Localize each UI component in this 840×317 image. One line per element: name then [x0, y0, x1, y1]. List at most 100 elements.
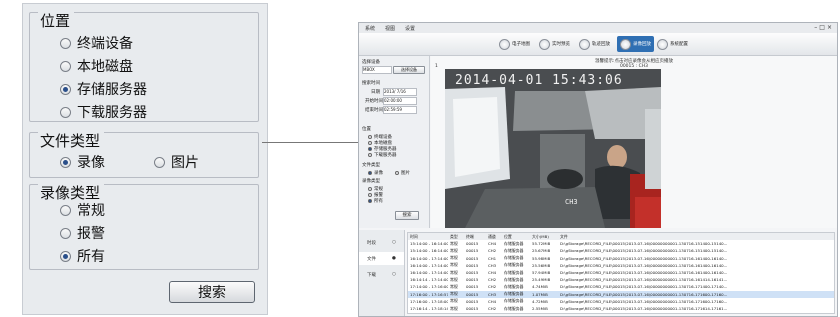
- table-row[interactable]: 16:14:00 - 17:14:00 常规 00015 CH1 存储服务器 55.98M…: [408, 255, 834, 262]
- search-sidebar: 选择设备 MBOX 选择设备 搜索时间 日期 2013/ 7/16 开始时间 0…: [359, 56, 430, 228]
- device-input[interactable]: MBOX: [362, 66, 392, 74]
- menu-view[interactable]: 视图: [385, 25, 395, 32]
- table-cell: 57.94MiB: [532, 270, 551, 276]
- toolbar-emap-button[interactable]: 电子地图: [499, 36, 530, 52]
- table-row[interactable]: 16:14:14 - 17:14:00 常规 00015 CH2 存储服务器 25.49M…: [408, 276, 834, 283]
- table-cell: D:\gStorage\RECORD_FILE\00015\2013-07-16…: [560, 248, 728, 254]
- table-cell: 00015: [466, 270, 479, 276]
- table-cell: D:\gStorage\RECORD_FILE\00015\2013-07-16…: [560, 270, 728, 276]
- table-row[interactable]: 16:14:00 - 17:14:00 常规 00015 CH4 存储服务器 57.94M…: [408, 269, 834, 276]
- track-icon: [579, 38, 590, 50]
- side-search-button[interactable]: 搜索: [395, 211, 419, 220]
- radio-icon[interactable]: [154, 156, 165, 168]
- radio-icon[interactable]: [60, 227, 71, 239]
- table-row[interactable]: 16:14:00 - 17:14:00 常规 00015 CH3 存储服务器 25.56M…: [408, 262, 834, 269]
- radio-selected-icon[interactable]: [368, 147, 372, 151]
- location-option-download-server[interactable]: 下载服务器: [60, 102, 147, 122]
- result-tabs: 时段 ○ 文件 ● 下载 ○: [359, 230, 405, 316]
- table-cell: 00015: [466, 306, 479, 312]
- radio-icon[interactable]: [60, 37, 71, 49]
- end-time-field[interactable]: 02:59:59: [383, 106, 417, 114]
- table-row[interactable]: 15:14:00 - 16:14:00 常规 00015 CH2 存储服务器 25.67M…: [408, 247, 834, 254]
- column-header: 大小(MB): [532, 233, 549, 239]
- table-cell: 00015: [466, 284, 479, 290]
- table-row[interactable]: 15:14:00 - 16:14:00 常规 00015 CH4 存储服务器 55.72M…: [408, 240, 834, 247]
- side-record-all[interactable]: 所有: [368, 198, 383, 204]
- location-group-title: 位置: [38, 12, 75, 30]
- radio-icon[interactable]: [60, 106, 71, 118]
- select-device-label: 选择设备: [362, 60, 380, 65]
- table-cell: 常规: [450, 262, 458, 268]
- table-cell: 00015: [466, 291, 479, 297]
- file-table: 时间 类型 终端 通道 位置 大小(MB) 文件 15:14:00 - 16:14:00 常规 0…: [407, 232, 835, 314]
- menu-settings[interactable]: 设置: [405, 25, 415, 32]
- record-type-option-alarm[interactable]: 报警: [60, 223, 105, 243]
- record-type-option-all[interactable]: 所有: [60, 246, 105, 266]
- table-row[interactable]: 17:16:14 - 17:18:14 常规 00015 CH2 存储服务器 2.55Mi…: [408, 305, 834, 312]
- column-header: 类型: [450, 233, 458, 239]
- table-row[interactable]: 17:14:00 - 17:16:00 常规 00015 CH2 存储服务器 4.74Mi…: [408, 283, 834, 290]
- radio-icon[interactable]: [368, 153, 372, 157]
- file-type-option-video[interactable]: 录像: [60, 152, 105, 172]
- search-button[interactable]: 搜索: [169, 281, 255, 303]
- radio-selected-icon[interactable]: [60, 83, 71, 95]
- radio-icon[interactable]: [395, 171, 399, 175]
- window-controls-icon[interactable]: –□×: [814, 24, 834, 31]
- record-type-option-regular[interactable]: 常规: [60, 200, 105, 220]
- menu-system[interactable]: 系统: [365, 25, 375, 32]
- location-option-local-disk[interactable]: 本地磁盘: [60, 56, 133, 76]
- radio-selected-icon[interactable]: [368, 199, 372, 203]
- radio-selected-icon[interactable]: [60, 250, 71, 262]
- table-cell: 16:14:00 - 17:14:00: [410, 262, 448, 268]
- table-cell: 00015: [466, 241, 479, 247]
- tab-period[interactable]: 时段 ○: [359, 236, 404, 249]
- tab-files[interactable]: 文件 ●: [359, 252, 404, 265]
- radio-icon[interactable]: [368, 187, 372, 191]
- table-row[interactable]: 17:16:00 - 17:18:00 常规 00015 CH4 存储服务器 4.72Mi…: [408, 298, 834, 305]
- radio-icon[interactable]: [368, 135, 372, 139]
- radio-icon[interactable]: [60, 204, 71, 216]
- table-cell: CH1: [488, 255, 497, 261]
- toolbar-config-button[interactable]: 系统配置: [657, 36, 688, 52]
- column-header: 位置: [504, 233, 512, 239]
- start-time-field[interactable]: 02:00:00: [383, 97, 417, 105]
- table-cell: CH4: [488, 270, 497, 276]
- table-cell: D:\gStorage\RECORD_FILE\00015\2013-07-16…: [560, 306, 728, 312]
- location-group: 位置 终端设备 本地磁盘 存储服务器 下载服务器: [29, 12, 259, 122]
- file-type-option-image[interactable]: 图片: [154, 152, 199, 172]
- table-row[interactable]: 17:16:00 - 17:16:57 常规 00015 CH3 存储服务器 1.07Mi…: [408, 290, 834, 298]
- toolbar: 电子地图 实时预览 轨迹回放 录像回放 系统配置: [359, 33, 837, 56]
- table-cell: 存储服务器: [504, 283, 524, 289]
- radio-icon[interactable]: [368, 141, 372, 145]
- radio-icon[interactable]: [368, 193, 372, 197]
- tab-download[interactable]: 下载 ○: [359, 268, 404, 281]
- bus-interior-image: [445, 69, 661, 228]
- date-field[interactable]: 2013/ 7/16: [383, 88, 417, 96]
- table-cell: 存储服务器: [504, 255, 524, 261]
- location-option-storage-server[interactable]: 存储服务器: [60, 79, 147, 99]
- table-cell: CH2: [488, 277, 497, 283]
- radio-selected-icon[interactable]: [368, 171, 372, 175]
- menu-bar: 系统 视图 设置 –□×: [359, 23, 837, 33]
- toolbar-track-button[interactable]: 轨迹回放: [579, 36, 610, 52]
- video-frame[interactable]: 2014-04-01 15:43:06 CH3: [445, 69, 661, 228]
- table-cell: 常规: [450, 276, 458, 282]
- table-cell: CH2: [488, 306, 497, 312]
- table-cell: 00015: [466, 262, 479, 268]
- table-cell: 存储服务器: [504, 262, 524, 268]
- side-file-type-image[interactable]: 图片: [395, 170, 410, 176]
- radio-icon[interactable]: [60, 60, 71, 72]
- table-cell: 00015: [466, 298, 479, 304]
- table-cell: CH4: [488, 298, 497, 304]
- column-header: 通道: [488, 233, 496, 239]
- radio-selected-icon[interactable]: [60, 156, 71, 168]
- side-file-type-video[interactable]: 录像: [368, 170, 383, 176]
- choose-device-button[interactable]: 选择设备: [393, 66, 425, 74]
- table-cell: 00015: [466, 248, 479, 254]
- table-cell: 2.55MiB: [532, 306, 548, 312]
- toolbar-live-button[interactable]: 实时预览: [539, 36, 570, 52]
- side-location-download[interactable]: 下载服务器: [368, 152, 397, 158]
- table-cell: 常规: [450, 298, 458, 304]
- location-option-terminal[interactable]: 终端设备: [60, 33, 133, 53]
- toolbar-playback-button[interactable]: 录像回放: [617, 36, 654, 52]
